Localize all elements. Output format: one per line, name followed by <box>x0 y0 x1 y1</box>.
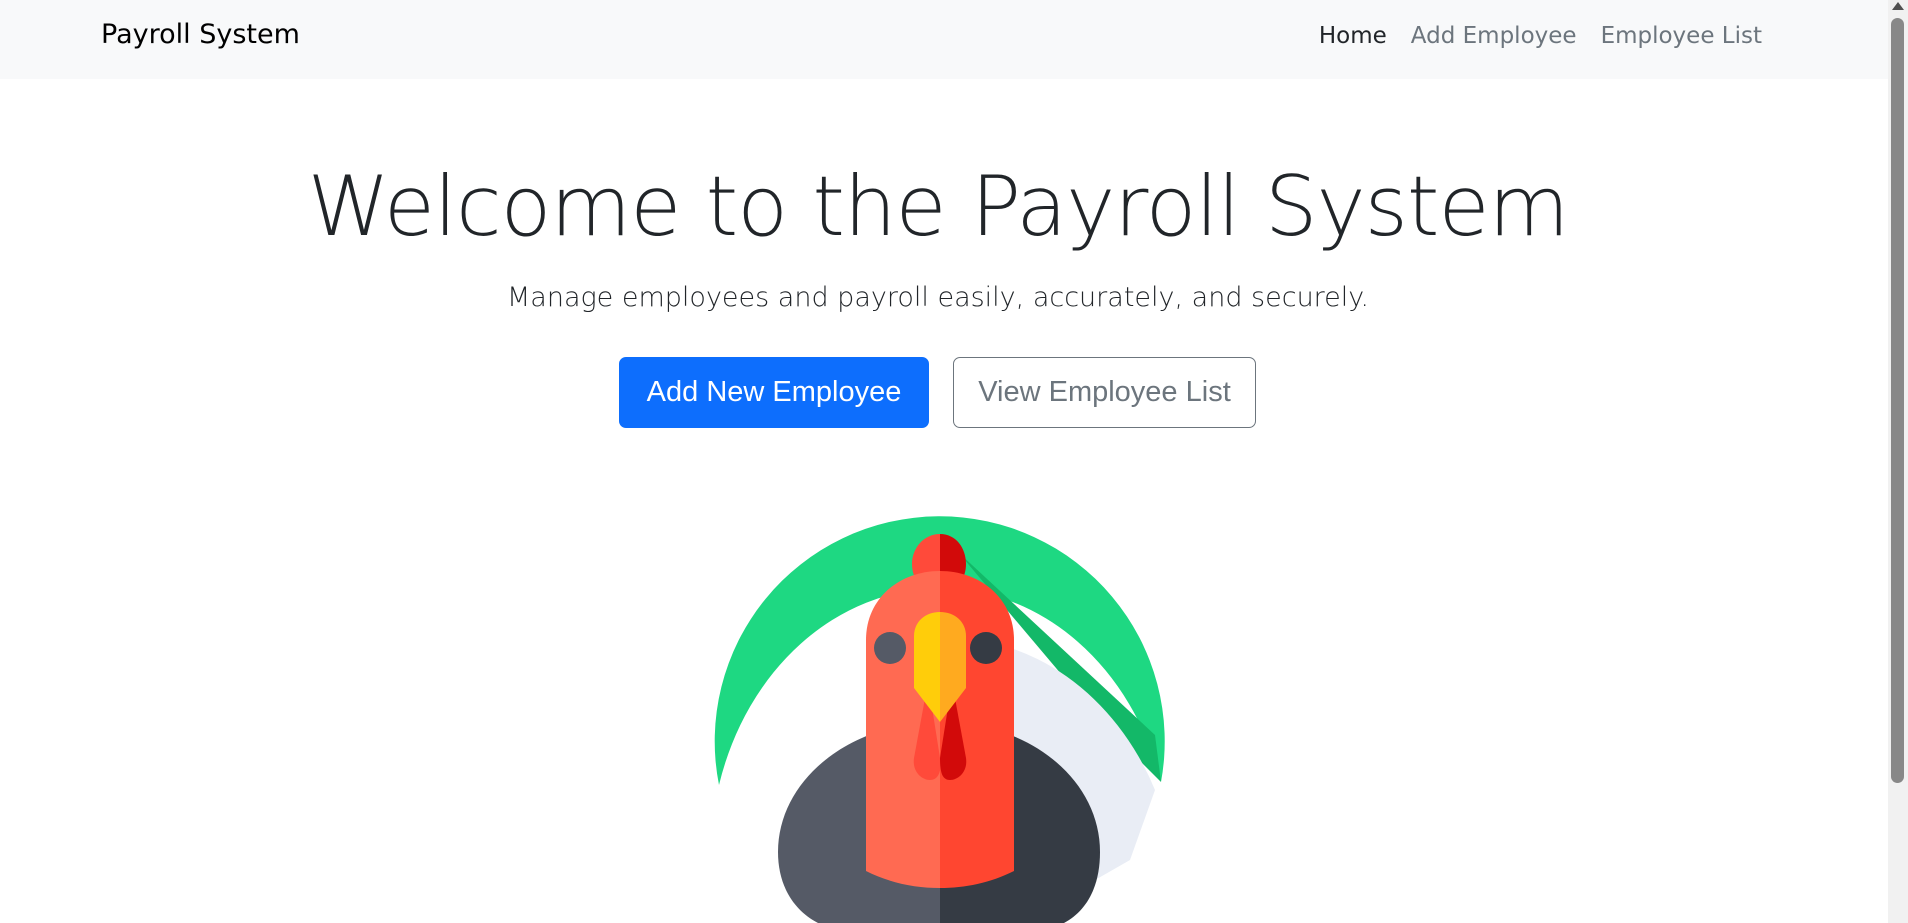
navbar-brand[interactable]: Payroll System <box>101 19 300 50</box>
scrollbar-thumb[interactable] <box>1891 18 1904 783</box>
scroll-up-arrow-icon[interactable] <box>1892 2 1904 10</box>
top-navbar: Payroll System Home Add Employee Employe… <box>0 0 1888 79</box>
add-new-employee-button[interactable]: Add New Employee <box>619 357 929 428</box>
nav-link-home[interactable]: Home <box>1319 23 1387 49</box>
nav-links: Home Add Employee Employee List <box>1319 23 1762 49</box>
rooster-icon <box>714 516 1165 923</box>
rooster-eye-right <box>970 632 1002 664</box>
page-scrollbar[interactable] <box>1888 0 1908 923</box>
rooster-eye-left <box>874 632 906 664</box>
page: Payroll System Home Add Employee Employe… <box>0 0 1908 923</box>
nav-link-add-employee[interactable]: Add Employee <box>1411 23 1577 49</box>
hero-title: Welcome to the Payroll System <box>307 158 1570 255</box>
hero-subtitle: Manage employees and payroll easily, acc… <box>506 282 1370 313</box>
view-employee-list-button[interactable]: View Employee List <box>953 357 1256 428</box>
nav-link-employee-list[interactable]: Employee List <box>1601 23 1762 49</box>
